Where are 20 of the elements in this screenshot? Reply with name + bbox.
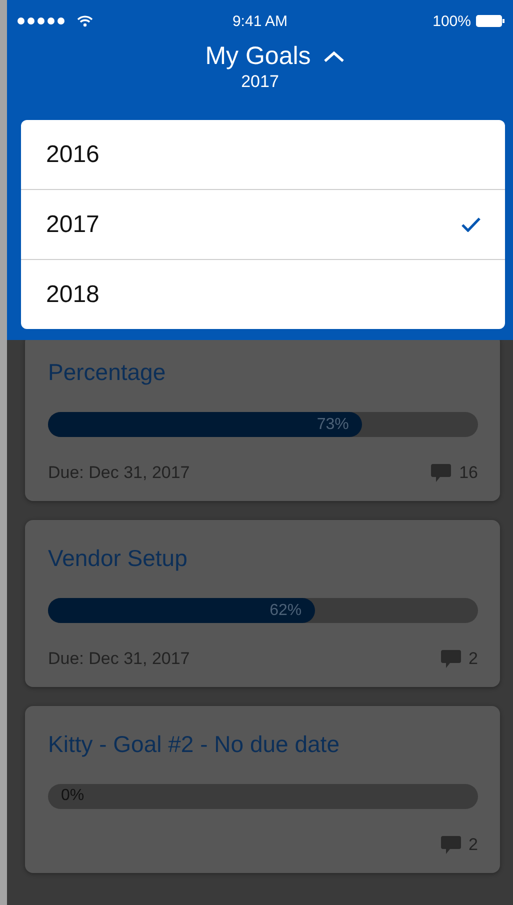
- battery-icon: [476, 15, 505, 27]
- progress-percent: 73%: [316, 416, 349, 434]
- goal-title: Kitty - Goal #2 - No due date: [48, 730, 340, 758]
- progress-percent: 62%: [270, 602, 302, 620]
- year-option[interactable]: 2016: [21, 120, 505, 189]
- year-subtitle: 2017: [241, 72, 279, 92]
- wifi-icon: [77, 15, 93, 27]
- goal-title: Vendor Setup: [48, 544, 188, 572]
- year-option[interactable]: 2017: [21, 189, 505, 259]
- toggle-button[interactable]: [322, 50, 345, 63]
- comment-icon: [440, 650, 461, 668]
- signal-icon: [17, 17, 67, 25]
- comment-icon: [431, 464, 452, 482]
- comment-icon: [440, 836, 461, 854]
- status-time: 9:41 AM: [232, 12, 288, 30]
- goal-title: Percentage: [48, 358, 167, 386]
- screen-title: My Goals: [205, 42, 311, 71]
- battery-percent: 100%: [432, 12, 471, 30]
- chevron-up-icon: [322, 50, 345, 63]
- year-option[interactable]: 2018: [21, 259, 505, 329]
